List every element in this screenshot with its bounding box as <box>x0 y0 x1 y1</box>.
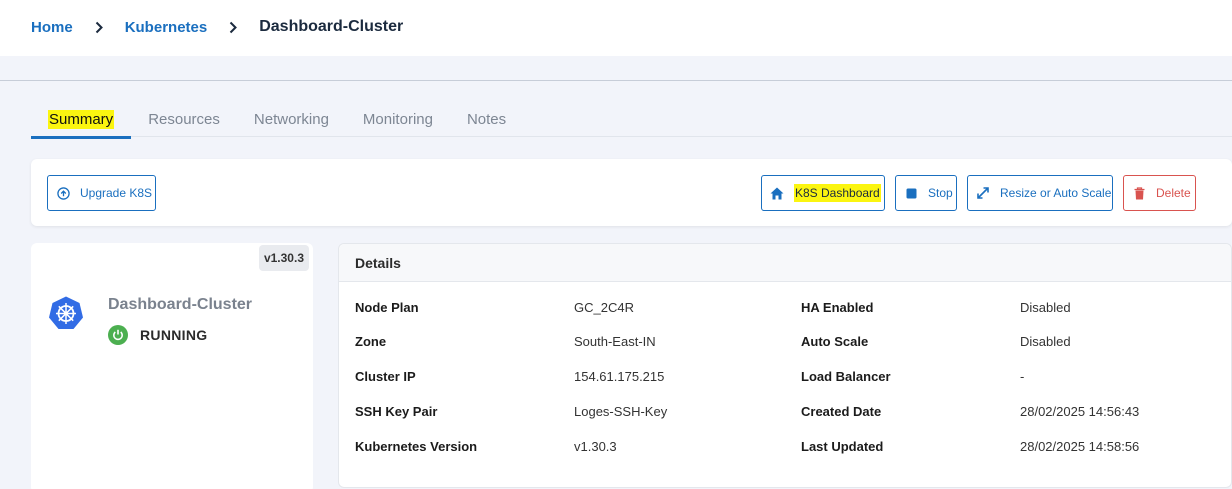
detail-value: Disabled <box>1020 300 1071 315</box>
tab-bar: Summary Resources Networking Monitoring … <box>31 103 523 139</box>
details-title: Details <box>339 244 1231 282</box>
detail-value: v1.30.3 <box>574 439 617 454</box>
delete-button[interactable]: Delete <box>1123 175 1196 211</box>
version-badge: v1.30.3 <box>258 245 309 271</box>
expand-icon <box>976 186 990 200</box>
detail-value: 154.61.175.215 <box>574 369 665 384</box>
detail-value: Disabled <box>1020 334 1071 349</box>
breadcrumb-home-link[interactable]: Home <box>31 19 73 36</box>
breadcrumb-kubernetes-link[interactable]: Kubernetes <box>125 19 208 36</box>
detail-label: Cluster IP <box>355 369 416 384</box>
stop-button[interactable]: Stop <box>895 175 957 211</box>
upgrade-k8s-button[interactable]: Upgrade K8S <box>47 175 156 211</box>
detail-row: SSH Key Pair Loges-SSH-Key Created Date … <box>339 404 1232 424</box>
stop-label: Stop <box>928 186 953 200</box>
tab-label: Monitoring <box>362 111 433 128</box>
tab-networking[interactable]: Networking <box>237 107 346 138</box>
kubernetes-icon <box>48 295 84 331</box>
resize-auto-scale-label: Resize or Auto Scale <box>1000 186 1112 200</box>
detail-value: South-East-IN <box>574 334 656 349</box>
top-bar: Home Kubernetes Dashboard-Cluster <box>0 0 1232 56</box>
upgrade-circle-icon <box>56 186 70 200</box>
details-card: Details Node Plan GC_2C4R HA Enabled Dis… <box>338 243 1232 488</box>
breadcrumb-current: Dashboard-Cluster <box>259 18 404 35</box>
detail-label: Load Balancer <box>801 369 891 384</box>
cluster-status: RUNNING <box>108 325 207 345</box>
upgrade-k8s-label: Upgrade K8S <box>80 186 153 200</box>
tab-label: Resources <box>148 111 220 128</box>
stop-icon <box>904 186 918 200</box>
detail-label: Created Date <box>801 404 882 419</box>
tab-label: Networking <box>253 111 329 128</box>
header-divider <box>0 80 1232 81</box>
resize-auto-scale-button[interactable]: Resize or Auto Scale <box>967 175 1113 211</box>
detail-label: Kubernetes Version <box>355 439 478 454</box>
cluster-summary-card: v1.30.3 Dashboard-Cluster RUNNING <box>31 243 313 489</box>
home-icon <box>770 186 784 200</box>
detail-label: Node Plan <box>355 300 419 315</box>
detail-value: GC_2C4R <box>574 300 634 315</box>
status-text: RUNNING <box>140 327 208 343</box>
actions-card: Upgrade K8S K8S Dashboard Stop Resize or… <box>31 159 1232 226</box>
detail-value: 28/02/2025 14:58:56 <box>1020 439 1140 454</box>
tab-monitoring[interactable]: Monitoring <box>346 107 450 138</box>
detail-label: Last Updated <box>801 439 884 454</box>
k8s-dashboard-label: K8S Dashboard <box>794 184 881 202</box>
cluster-name: Dashboard-Cluster <box>108 296 253 313</box>
power-icon <box>108 325 128 345</box>
k8s-dashboard-button[interactable]: K8S Dashboard <box>761 175 885 211</box>
chevron-right-icon <box>229 21 238 34</box>
detail-value: - <box>1020 369 1025 384</box>
detail-row: Cluster IP 154.61.175.215 Load Balancer … <box>339 369 1232 389</box>
detail-label: Auto Scale <box>801 334 869 349</box>
tab-label: Notes <box>466 111 507 128</box>
detail-label: Zone <box>355 334 387 349</box>
detail-label: HA Enabled <box>801 300 874 315</box>
detail-label: SSH Key Pair <box>355 404 438 419</box>
chevron-right-icon <box>95 21 103 34</box>
tab-summary[interactable]: Summary <box>31 107 132 139</box>
detail-row: Node Plan GC_2C4R HA Enabled Disabled <box>339 300 1232 320</box>
tab-label: Summary <box>48 110 115 129</box>
tab-notes[interactable]: Notes <box>450 107 523 138</box>
breadcrumb: Home Kubernetes Dashboard-Cluster <box>31 18 403 36</box>
detail-row: Kubernetes Version v1.30.3 Last Updated … <box>339 439 1232 459</box>
detail-row: Zone South-East-IN Auto Scale Disabled <box>339 334 1232 354</box>
trash-icon <box>1132 186 1146 200</box>
detail-value: Loges-SSH-Key <box>574 404 668 419</box>
delete-label: Delete <box>1156 186 1191 200</box>
detail-value: 28/02/2025 14:56:43 <box>1020 404 1140 419</box>
tab-resources[interactable]: Resources <box>131 107 237 138</box>
